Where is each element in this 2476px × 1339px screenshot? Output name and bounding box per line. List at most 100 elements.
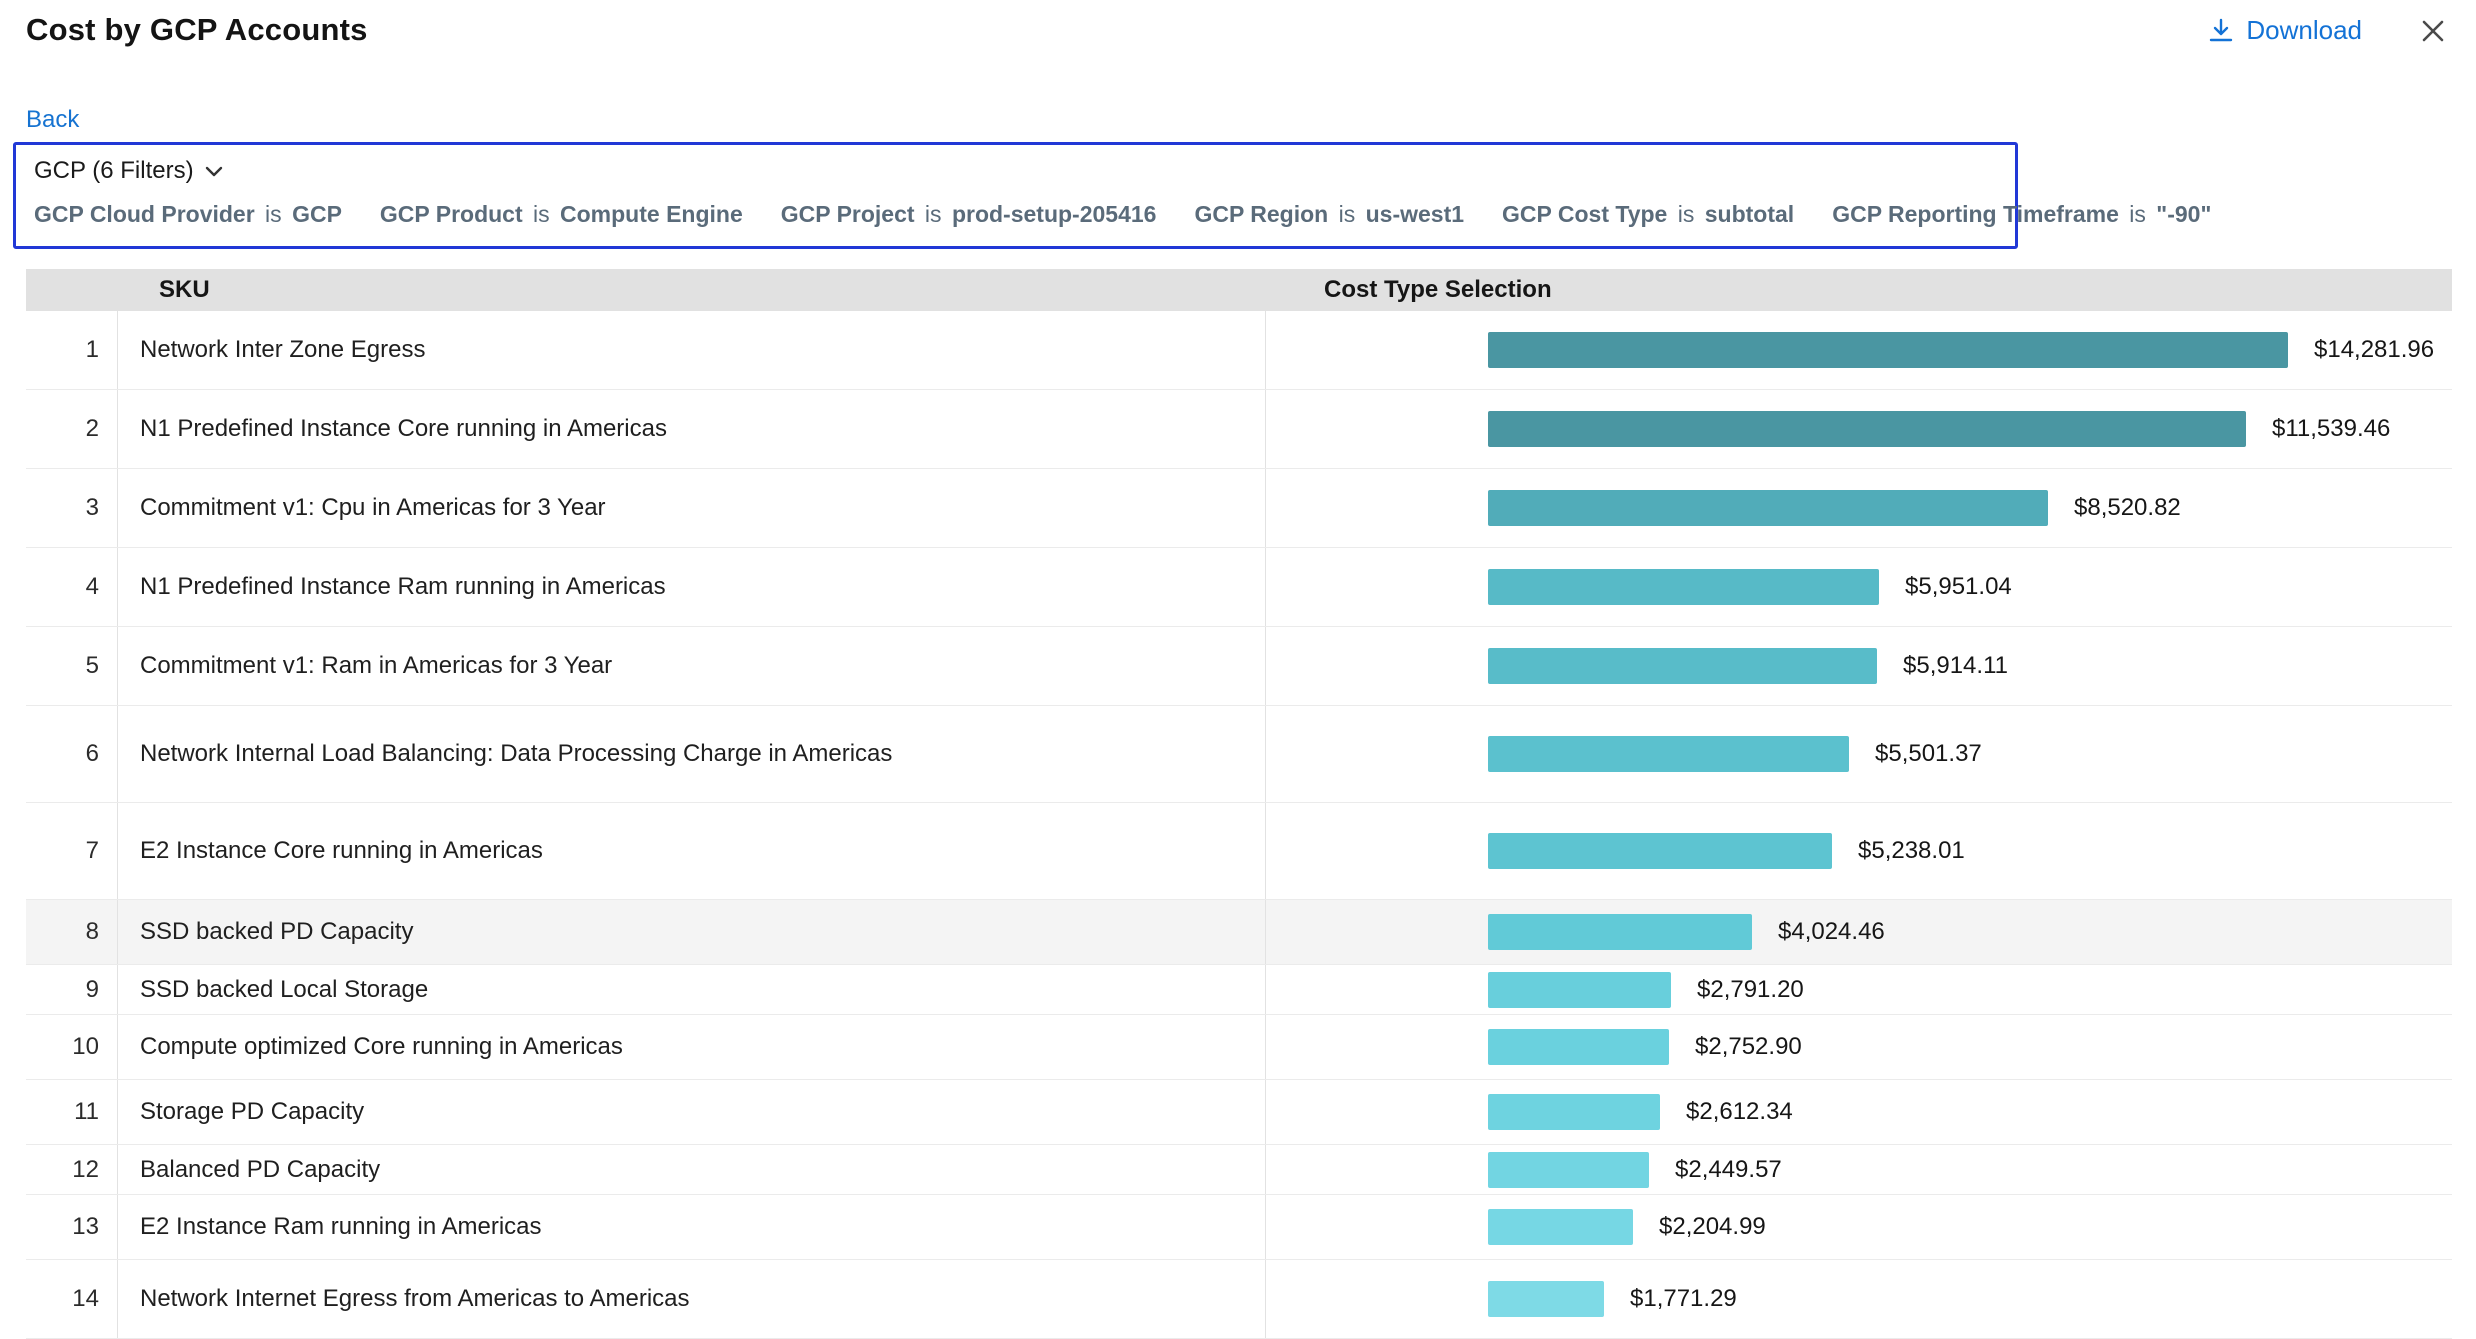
sku-cell: Commitment v1: Cpu in Americas for 3 Yea… [118, 469, 1266, 547]
top-actions: Download [2208, 14, 2448, 46]
cost-bar-cell: $2,204.99 [1266, 1209, 2452, 1245]
filter-operator: is [523, 201, 560, 227]
cost-bar-cell: $8,520.82 [1266, 490, 2452, 526]
row-number: 3 [26, 469, 118, 547]
cost-bar[interactable] [1488, 1209, 1633, 1245]
table-row[interactable]: 4N1 Predefined Instance Ram running in A… [26, 548, 2452, 627]
cost-bar-cell: $5,238.01 [1266, 833, 2452, 869]
sku-cell: E2 Instance Core running in Americas [118, 803, 1266, 899]
table-row[interactable]: 7E2 Instance Core running in Americas $5,… [26, 803, 2452, 900]
table-row[interactable]: 8SSD backed PD Capacity $4,024.46 [26, 900, 2452, 965]
table-row[interactable]: 14Network Internet Egress from Americas … [26, 1260, 2452, 1339]
column-header-sku: SKU [137, 276, 1311, 304]
cost-bar[interactable] [1488, 569, 1879, 605]
cost-bar-cell: $4,024.46 [1266, 914, 2452, 950]
cost-table: SKU Cost Type Selection 1Network Inter Z… [26, 269, 2452, 1339]
close-button[interactable] [2418, 16, 2448, 46]
table-row[interactable]: 5Commitment v1: Ram in Americas for 3 Ye… [26, 627, 2452, 706]
filter-value: GCP [292, 201, 342, 227]
filter-chip-list: GCP Cloud Provider is GCP GCP Product is … [34, 201, 1997, 228]
filter-value: subtotal [1705, 201, 1794, 227]
filter-field: GCP Region [1194, 201, 1328, 227]
cost-bar-cell: $2,449.57 [1266, 1152, 2452, 1188]
sku-cell: N1 Predefined Instance Core running in A… [118, 390, 1266, 468]
cost-value: $2,449.57 [1675, 1156, 1782, 1184]
sku-cell: SSD backed Local Storage [118, 965, 1266, 1014]
cost-bar[interactable] [1488, 1029, 1669, 1065]
filter-chip: GCP Cost Type is subtotal [1502, 201, 1794, 228]
row-number: 2 [26, 390, 118, 468]
top-bar: Cost by GCP Accounts Download [0, 0, 2476, 48]
cost-bar-cell: $2,752.90 [1266, 1029, 2452, 1065]
row-number: 14 [26, 1260, 118, 1338]
table-row[interactable]: 9SSD backed Local Storage$2,791.20 [26, 965, 2452, 1015]
sku-cell: SSD backed PD Capacity [118, 900, 1266, 964]
row-number: 10 [26, 1015, 118, 1079]
cost-value: $5,238.01 [1858, 837, 1965, 865]
cost-bar[interactable] [1488, 1152, 1649, 1188]
back-link[interactable]: Back [26, 106, 79, 134]
cost-bar[interactable] [1488, 490, 2048, 526]
page-title: Cost by GCP Accounts [26, 12, 368, 48]
filter-chip: GCP Region is us-west1 [1194, 201, 1464, 228]
filter-dropdown[interactable]: GCP (6 Filters) [34, 157, 224, 185]
cost-bar[interactable] [1488, 736, 1849, 772]
download-button[interactable]: Download [2208, 15, 2362, 46]
cost-bar[interactable] [1488, 332, 2288, 368]
cost-value: $2,791.20 [1697, 976, 1804, 1004]
row-number: 4 [26, 548, 118, 626]
download-icon [2208, 17, 2234, 44]
cost-bar[interactable] [1488, 914, 1752, 950]
cost-value: $5,914.11 [1903, 652, 2008, 680]
cost-value: $5,501.37 [1875, 740, 1982, 768]
filter-field: GCP Cost Type [1502, 201, 1667, 227]
row-number: 7 [26, 803, 118, 899]
filter-operator: is [1328, 201, 1365, 227]
table-row[interactable]: 2N1 Predefined Instance Core running in … [26, 390, 2452, 469]
table-header-row: SKU Cost Type Selection [26, 269, 2452, 311]
filter-chip: GCP Product is Compute Engine [380, 201, 743, 228]
cost-bar[interactable] [1488, 833, 1832, 869]
table-body: 1Network Inter Zone Egress$14,281.962N1 … [26, 311, 2452, 1339]
cost-bar[interactable] [1488, 1281, 1604, 1317]
filter-value: us-west1 [1366, 201, 1464, 227]
sku-cell: Network Internet Egress from Americas to… [118, 1260, 1266, 1338]
cost-value: $2,752.90 [1695, 1033, 1802, 1061]
table-row[interactable]: 3Commitment v1: Cpu in Americas for 3 Ye… [26, 469, 2452, 548]
cost-bar-cell: $5,914.11 [1266, 648, 2452, 684]
column-header-cost-type-selection: Cost Type Selection [1311, 276, 2452, 304]
table-row[interactable]: 13E2 Instance Ram running in Americas$2,… [26, 1195, 2452, 1260]
table-row[interactable]: 1Network Inter Zone Egress$14,281.96 [26, 311, 2452, 390]
filter-operator: is [2119, 201, 2156, 227]
table-row[interactable]: 6Network Internal Load Balancing: Data P… [26, 706, 2452, 803]
cost-bar[interactable] [1488, 972, 1671, 1008]
filter-chip: GCP Cloud Provider is GCP [34, 201, 342, 228]
cost-value: $14,281.96 [2314, 336, 2434, 364]
sku-cell: Commitment v1: Ram in Americas for 3 Yea… [118, 627, 1266, 705]
filter-field: GCP Product [380, 201, 523, 227]
download-label: Download [2246, 15, 2362, 46]
row-number: 12 [26, 1145, 118, 1194]
row-number: 8 [26, 900, 118, 964]
cost-bar[interactable] [1488, 1094, 1660, 1130]
cost-value: $5,951.04 [1905, 573, 2012, 601]
cost-value: $4,024.46 [1778, 918, 1885, 946]
cost-value: $1,771.29 [1630, 1285, 1737, 1313]
sku-cell: Compute optimized Core running in Americ… [118, 1015, 1266, 1079]
cost-bar[interactable] [1488, 411, 2246, 447]
filter-operator: is [915, 201, 952, 227]
cost-bar-cell: $1,771.29 [1266, 1281, 2452, 1317]
cost-bar-cell: $14,281.96 [1266, 332, 2452, 368]
cost-bar[interactable] [1488, 648, 1877, 684]
filter-chip: GCP Project is prod-setup-205416 [781, 201, 1157, 228]
sku-cell: Network Internal Load Balancing: Data Pr… [118, 706, 1266, 802]
table-row[interactable]: 10Compute optimized Core running in Amer… [26, 1015, 2452, 1080]
cost-bar-cell: $5,951.04 [1266, 569, 2452, 605]
filter-panel: GCP (6 Filters) GCP Cloud Provider is GC… [13, 142, 2018, 249]
table-row[interactable]: 12Balanced PD Capacity$2,449.57 [26, 1145, 2452, 1195]
filter-field: GCP Cloud Provider [34, 201, 255, 227]
filter-value: prod-setup-205416 [952, 201, 1157, 227]
cost-value: $2,612.34 [1686, 1098, 1793, 1126]
table-row[interactable]: 11Storage PD Capacity$2,612.34 [26, 1080, 2452, 1145]
filter-operator: is [1667, 201, 1704, 227]
